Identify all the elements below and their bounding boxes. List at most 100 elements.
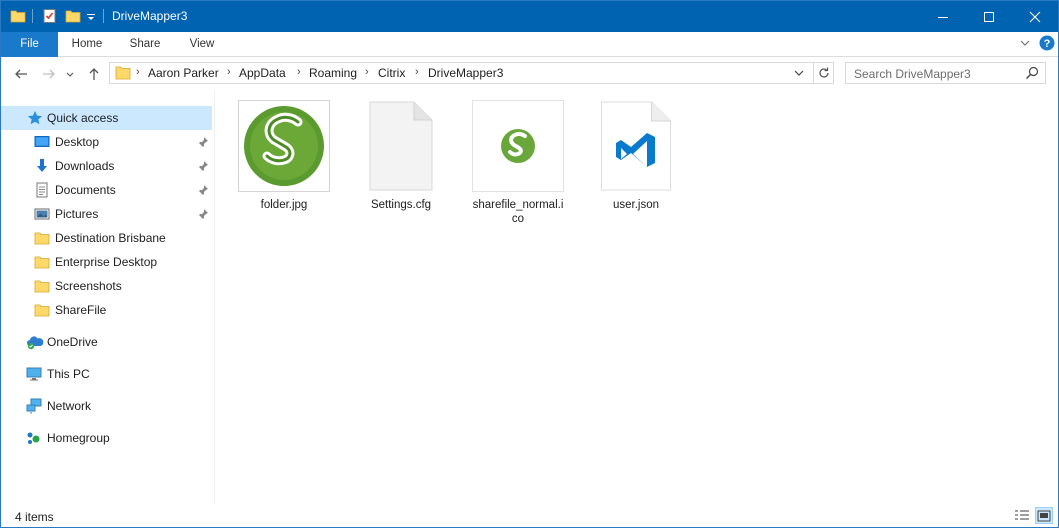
sidebar-item-label: Screenshots xyxy=(55,279,122,293)
expand-ribbon-icon[interactable] xyxy=(1019,36,1031,53)
minimize-button[interactable] xyxy=(920,1,966,32)
svg-text:?: ? xyxy=(1044,38,1051,50)
explorer-window: DriveMapper3 File Home Share View ? › Aa… xyxy=(0,0,1059,528)
sidebar-item-downloads[interactable]: Downloads xyxy=(1,154,212,178)
file-name: sharefile_normal.ico xyxy=(472,199,564,225)
close-button[interactable] xyxy=(1012,1,1058,32)
sidebar-item-quick-access[interactable]: Quick access xyxy=(1,106,212,130)
sidebar-item-pictures[interactable]: Pictures xyxy=(1,202,212,226)
breadcrumb-appdata[interactable]: AppData xyxy=(239,66,286,80)
homegroup-icon xyxy=(26,430,42,446)
pin-icon[interactable] xyxy=(197,208,209,223)
sidebar-item-destination-brisbane[interactable]: Destination Brisbane xyxy=(1,226,212,250)
pin-icon[interactable] xyxy=(197,136,209,151)
sidebar-item-label: OneDrive xyxy=(47,335,98,349)
sidebar-item-label: This PC xyxy=(47,367,90,381)
sidebar-item-documents[interactable]: Documents xyxy=(1,178,212,202)
sidebar-item-desktop[interactable]: Desktop xyxy=(1,130,212,154)
sidebar-item-screenshots[interactable]: Screenshots xyxy=(1,274,212,298)
sidebar-item-label: Destination Brisbane xyxy=(55,231,166,245)
window-title: DriveMapper3 xyxy=(112,9,188,23)
file-name: user.json xyxy=(612,199,660,211)
help-icon[interactable]: ? xyxy=(1039,35,1055,54)
tab-share[interactable]: Share xyxy=(119,32,171,57)
title-bar: DriveMapper3 xyxy=(1,1,1058,32)
address-bar[interactable]: › Aaron Parker › AppData › Roaming › Cit… xyxy=(109,62,834,84)
search-icon[interactable] xyxy=(1025,66,1039,83)
sidebar-item-network[interactable]: Network xyxy=(1,394,212,418)
address-dropdown-icon[interactable] xyxy=(793,67,805,82)
item-count: 4 items xyxy=(15,510,54,524)
new-folder-icon[interactable] xyxy=(65,8,81,24)
up-button[interactable] xyxy=(85,65,103,83)
desktop-icon xyxy=(34,134,50,150)
folder-icon xyxy=(34,302,50,318)
file-item-folder-jpg[interactable]: folder.jpg xyxy=(236,98,332,212)
breadcrumb-separator[interactable]: › xyxy=(136,66,140,78)
breadcrumb-separator[interactable]: › xyxy=(227,66,231,78)
downloads-icon xyxy=(34,158,50,174)
breadcrumb-separator[interactable]: › xyxy=(297,66,301,78)
folder-icon xyxy=(34,278,50,294)
sidebar-item-label: Downloads xyxy=(55,159,115,173)
sidebar-item-label: ShareFile xyxy=(55,303,107,317)
file-name: folder.jpg xyxy=(260,199,308,211)
navigation-pane: Quick access Desktop Downloads Documents xyxy=(1,90,215,504)
onedrive-icon xyxy=(26,334,44,350)
recent-locations-button[interactable] xyxy=(64,65,76,83)
search-placeholder: Search DriveMapper3 xyxy=(854,67,971,81)
properties-icon[interactable] xyxy=(42,8,58,24)
ribbon-tabs: File Home Share View ? xyxy=(1,32,1058,57)
forward-arrow-icon xyxy=(43,69,55,79)
pin-icon[interactable] xyxy=(197,184,209,199)
file-item-settings-cfg[interactable]: Settings.cfg xyxy=(353,98,449,212)
breadcrumb-drivemapper3[interactable]: DriveMapper3 xyxy=(428,66,503,80)
sidebar-item-label: Homegroup xyxy=(47,431,110,445)
tab-view[interactable]: View xyxy=(176,32,228,57)
breadcrumb-aaron-parker[interactable]: Aaron Parker xyxy=(148,66,219,80)
search-input[interactable]: Search DriveMapper3 xyxy=(845,62,1046,84)
quick-access-dropdown-icon[interactable] xyxy=(85,8,101,24)
refresh-button[interactable] xyxy=(813,62,833,84)
sidebar-item-label: Network xyxy=(47,399,92,413)
large-icons-view-button[interactable] xyxy=(1035,507,1053,524)
tab-file[interactable]: File xyxy=(1,32,58,57)
pictures-icon xyxy=(34,206,50,222)
pin-icon[interactable] xyxy=(197,160,209,175)
blank-document-icon xyxy=(353,98,449,194)
up-arrow-icon xyxy=(89,68,99,80)
sidebar-item-label: Documents xyxy=(55,183,116,197)
sidebar-item-label: Quick access xyxy=(47,111,119,125)
refresh-icon xyxy=(818,67,829,78)
back-button[interactable] xyxy=(12,65,30,83)
sidebar-item-this-pc[interactable]: This PC xyxy=(1,362,212,386)
title-separator xyxy=(32,9,33,23)
maximize-button[interactable] xyxy=(966,1,1012,32)
sidebar-item-onedrive[interactable]: OneDrive xyxy=(1,330,212,354)
navigation-bar: › Aaron Parker › AppData › Roaming › Cit… xyxy=(1,57,1058,90)
close-icon xyxy=(1029,11,1041,22)
file-item-user-json[interactable]: user.json xyxy=(588,98,684,212)
details-view-button[interactable] xyxy=(1013,507,1031,524)
folder-icon xyxy=(10,8,26,24)
sidebar-item-label: Pictures xyxy=(55,207,99,221)
breadcrumb-citrix[interactable]: Citrix xyxy=(378,66,405,80)
breadcrumb-separator[interactable]: › xyxy=(415,66,419,78)
forward-button[interactable] xyxy=(40,65,58,83)
sidebar-item-homegroup[interactable]: Homegroup xyxy=(1,426,212,450)
breadcrumb-roaming[interactable]: Roaming xyxy=(309,66,357,80)
sidebar-item-enterprise-desktop[interactable]: Enterprise Desktop xyxy=(1,250,212,274)
sidebar-item-label: Enterprise Desktop xyxy=(55,255,158,269)
minimize-icon xyxy=(938,16,948,18)
breadcrumb-separator[interactable]: › xyxy=(365,66,369,78)
tab-home[interactable]: Home xyxy=(61,32,113,57)
back-arrow-icon xyxy=(15,69,27,79)
folder-icon xyxy=(115,66,131,83)
title-separator xyxy=(103,9,104,23)
star-icon xyxy=(27,110,43,126)
sidebar-item-sharefile[interactable]: ShareFile xyxy=(1,298,212,322)
sharefile-large-thumbnail xyxy=(236,98,332,194)
folder-icon xyxy=(34,254,50,270)
sidebar-item-label: Desktop xyxy=(55,135,100,149)
file-item-sharefile-normal-ico[interactable]: sharefile_normal.ico xyxy=(470,98,566,226)
